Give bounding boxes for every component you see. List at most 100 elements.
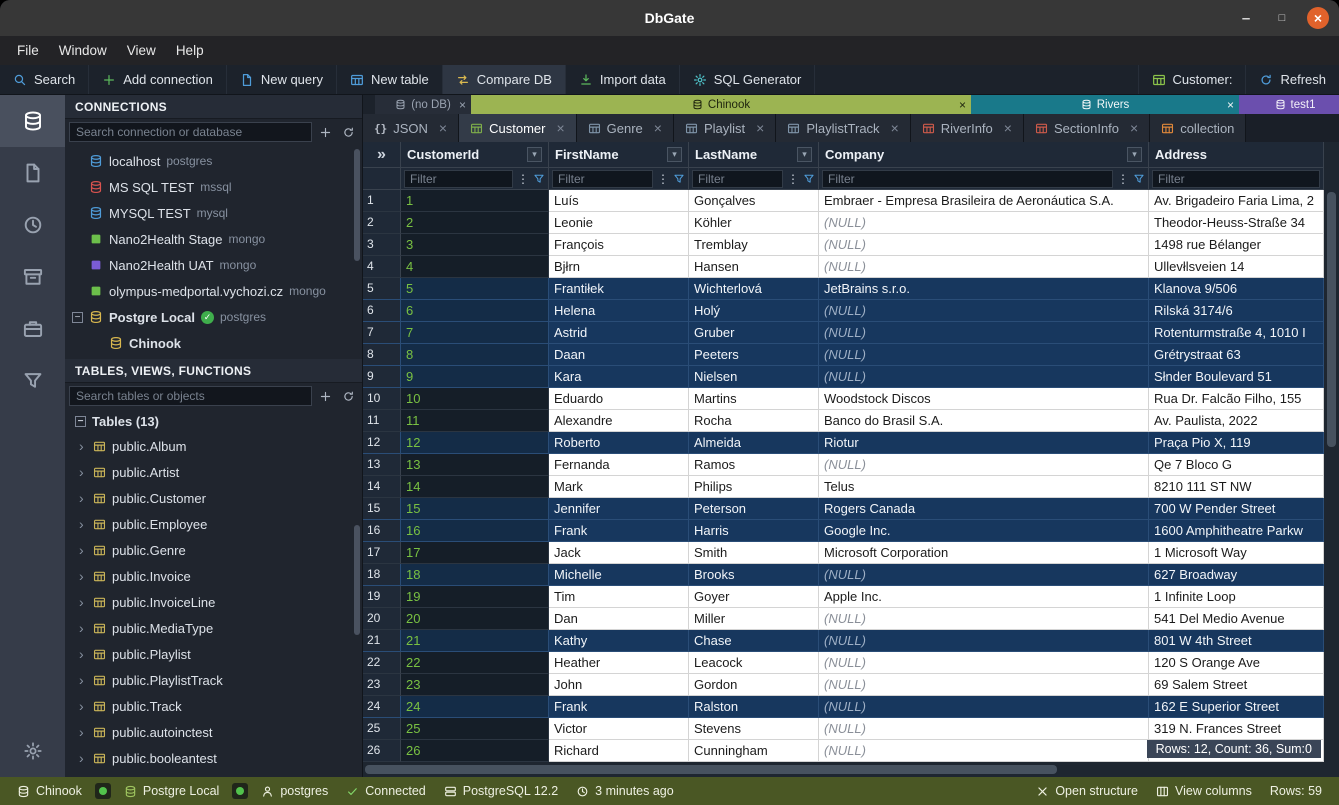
cell-firstname[interactable]: Leonie bbox=[549, 212, 689, 234]
cell-customerid[interactable]: 11 bbox=[401, 410, 549, 432]
cell-firstname[interactable]: Frank bbox=[549, 696, 689, 718]
table-item-public-invoiceline[interactable]: ›public.InvoiceLine bbox=[65, 589, 362, 615]
row-number[interactable]: 6 bbox=[363, 300, 401, 322]
db-group-tab-chinook[interactable]: Chinook× bbox=[471, 95, 971, 114]
cell-lastname[interactable]: Peeters bbox=[689, 344, 819, 366]
cell-firstname[interactable]: Richard bbox=[549, 740, 689, 762]
row-number[interactable]: 13 bbox=[363, 454, 401, 476]
tab-genre[interactable]: Genre× bbox=[577, 114, 674, 142]
cell-firstname[interactable]: Astrid bbox=[549, 322, 689, 344]
cell-lastname[interactable]: Köhler bbox=[689, 212, 819, 234]
cell-lastname[interactable]: Hansen bbox=[689, 256, 819, 278]
chevron-right-icon[interactable]: › bbox=[79, 542, 87, 558]
cell-firstname[interactable]: Tim bbox=[549, 586, 689, 608]
tab-riverinfo[interactable]: RiverInfo× bbox=[911, 114, 1024, 142]
filter-input-company[interactable] bbox=[822, 170, 1113, 188]
cell-customerid[interactable]: 9 bbox=[401, 366, 549, 388]
cell-customerid[interactable]: 15 bbox=[401, 498, 549, 520]
cell-firstname[interactable]: Frank bbox=[549, 520, 689, 542]
close-icon[interactable]: × bbox=[1130, 120, 1138, 136]
cell-company[interactable]: (NULL) bbox=[819, 322, 1149, 344]
cell-company[interactable]: (NULL) bbox=[819, 234, 1149, 256]
horizontal-scrollbar[interactable] bbox=[363, 762, 1324, 777]
close-icon[interactable]: × bbox=[756, 120, 764, 136]
cell-lastname[interactable]: Tremblay bbox=[689, 234, 819, 256]
rail-settings[interactable] bbox=[0, 725, 65, 777]
add-table-small-button[interactable] bbox=[315, 386, 335, 406]
row-number[interactable]: 2 bbox=[363, 212, 401, 234]
cell-lastname[interactable]: Martins bbox=[689, 388, 819, 410]
close-icon[interactable]: × bbox=[439, 120, 447, 136]
connection-localhost[interactable]: localhostpostgres bbox=[65, 148, 362, 174]
row-number[interactable]: 3 bbox=[363, 234, 401, 256]
filter-input-lastname[interactable] bbox=[692, 170, 783, 188]
close-icon[interactable]: × bbox=[1227, 98, 1234, 112]
cell-lastname[interactable]: Chase bbox=[689, 630, 819, 652]
cell-firstname[interactable]: Jack bbox=[549, 542, 689, 564]
status-view-columns[interactable]: View columns bbox=[1147, 784, 1261, 798]
cell-customerid[interactable]: 22 bbox=[401, 652, 549, 674]
tab-collection[interactable]: collection bbox=[1150, 114, 1246, 142]
cell-address[interactable]: Praça Pio X, 119 bbox=[1149, 432, 1324, 454]
rail-files[interactable] bbox=[0, 147, 65, 199]
tab-json[interactable]: {}JSON× bbox=[363, 114, 459, 142]
kebab-menu-icon[interactable]: ⋮ bbox=[1116, 172, 1130, 186]
cell-company[interactable]: Riotur bbox=[819, 432, 1149, 454]
close-button[interactable]: × bbox=[1307, 7, 1329, 29]
cell-customerid[interactable]: 18 bbox=[401, 564, 549, 586]
cell-company[interactable]: Telus bbox=[819, 476, 1149, 498]
row-number[interactable]: 18 bbox=[363, 564, 401, 586]
cell-customerid[interactable]: 4 bbox=[401, 256, 549, 278]
cell-address[interactable]: 69 Salem Street bbox=[1149, 674, 1324, 696]
cell-firstname[interactable]: Alexandre bbox=[549, 410, 689, 432]
tab-playlisttrack[interactable]: PlaylistTrack× bbox=[776, 114, 910, 142]
cell-company[interactable]: Banco do Brasil S.A. bbox=[819, 410, 1149, 432]
cell-firstname[interactable]: Michelle bbox=[549, 564, 689, 586]
toolbar-refresh[interactable]: Refresh bbox=[1245, 65, 1339, 94]
cell-lastname[interactable]: Harris bbox=[689, 520, 819, 542]
cell-lastname[interactable]: Philips bbox=[689, 476, 819, 498]
chevron-right-icon[interactable]: › bbox=[79, 646, 87, 662]
chevron-right-icon[interactable]: › bbox=[79, 516, 87, 532]
cell-address[interactable]: Theodor-Heuss-Straße 34 bbox=[1149, 212, 1324, 234]
connection-ms-sql-test[interactable]: MS SQL TESTmssql bbox=[65, 174, 362, 200]
menu-file[interactable]: File bbox=[8, 39, 48, 62]
cell-lastname[interactable]: Holý bbox=[689, 300, 819, 322]
kebab-menu-icon[interactable]: ⋮ bbox=[786, 172, 800, 186]
cell-company[interactable]: (NULL) bbox=[819, 652, 1149, 674]
cell-company[interactable]: (NULL) bbox=[819, 718, 1149, 740]
kebab-menu-icon[interactable]: ⋮ bbox=[656, 172, 670, 186]
tab-customer[interactable]: Customer× bbox=[459, 114, 577, 142]
cell-address[interactable]: Rotenturmstraße 4, 1010 I bbox=[1149, 322, 1324, 344]
table-item-public-genre[interactable]: ›public.Genre bbox=[65, 537, 362, 563]
table-item-public-autoinctest[interactable]: ›public.autoinctest bbox=[65, 719, 362, 745]
cell-address[interactable]: 162 E Superior Street bbox=[1149, 696, 1324, 718]
cell-customerid[interactable]: 13 bbox=[401, 454, 549, 476]
refresh-tables-button[interactable] bbox=[338, 386, 358, 406]
column-header-customerid[interactable]: CustomerId▾ bbox=[401, 142, 549, 168]
chevron-right-icon[interactable]: › bbox=[79, 438, 87, 454]
cell-company[interactable]: Apple Inc. bbox=[819, 586, 1149, 608]
cell-address[interactable]: 1 Infinite Loop bbox=[1149, 586, 1324, 608]
toolbar-new-query[interactable]: New query bbox=[227, 65, 337, 94]
table-item-public-artist[interactable]: ›public.Artist bbox=[65, 459, 362, 485]
row-number[interactable]: 25 bbox=[363, 718, 401, 740]
close-icon[interactable]: × bbox=[459, 98, 466, 112]
chevron-right-icon[interactable]: › bbox=[79, 672, 87, 688]
chevron-down-icon[interactable]: ▾ bbox=[797, 147, 812, 162]
cell-company[interactable]: (NULL) bbox=[819, 564, 1149, 586]
row-number[interactable]: 4 bbox=[363, 256, 401, 278]
tables-group-row[interactable]: − Tables (13) bbox=[65, 409, 362, 433]
cell-firstname[interactable]: Mark bbox=[549, 476, 689, 498]
row-number[interactable]: 19 bbox=[363, 586, 401, 608]
cell-address[interactable]: Ullevłlsveien 14 bbox=[1149, 256, 1324, 278]
chevron-down-icon[interactable]: ▾ bbox=[1127, 147, 1142, 162]
tables-search-input[interactable] bbox=[69, 386, 312, 406]
cell-customerid[interactable]: 14 bbox=[401, 476, 549, 498]
cell-customerid[interactable]: 24 bbox=[401, 696, 549, 718]
cell-firstname[interactable]: Kara bbox=[549, 366, 689, 388]
cell-customerid[interactable]: 19 bbox=[401, 586, 549, 608]
connections-scrollbar[interactable] bbox=[354, 149, 360, 261]
cell-customerid[interactable]: 17 bbox=[401, 542, 549, 564]
vertical-scrollbar-thumb[interactable] bbox=[1327, 192, 1336, 447]
